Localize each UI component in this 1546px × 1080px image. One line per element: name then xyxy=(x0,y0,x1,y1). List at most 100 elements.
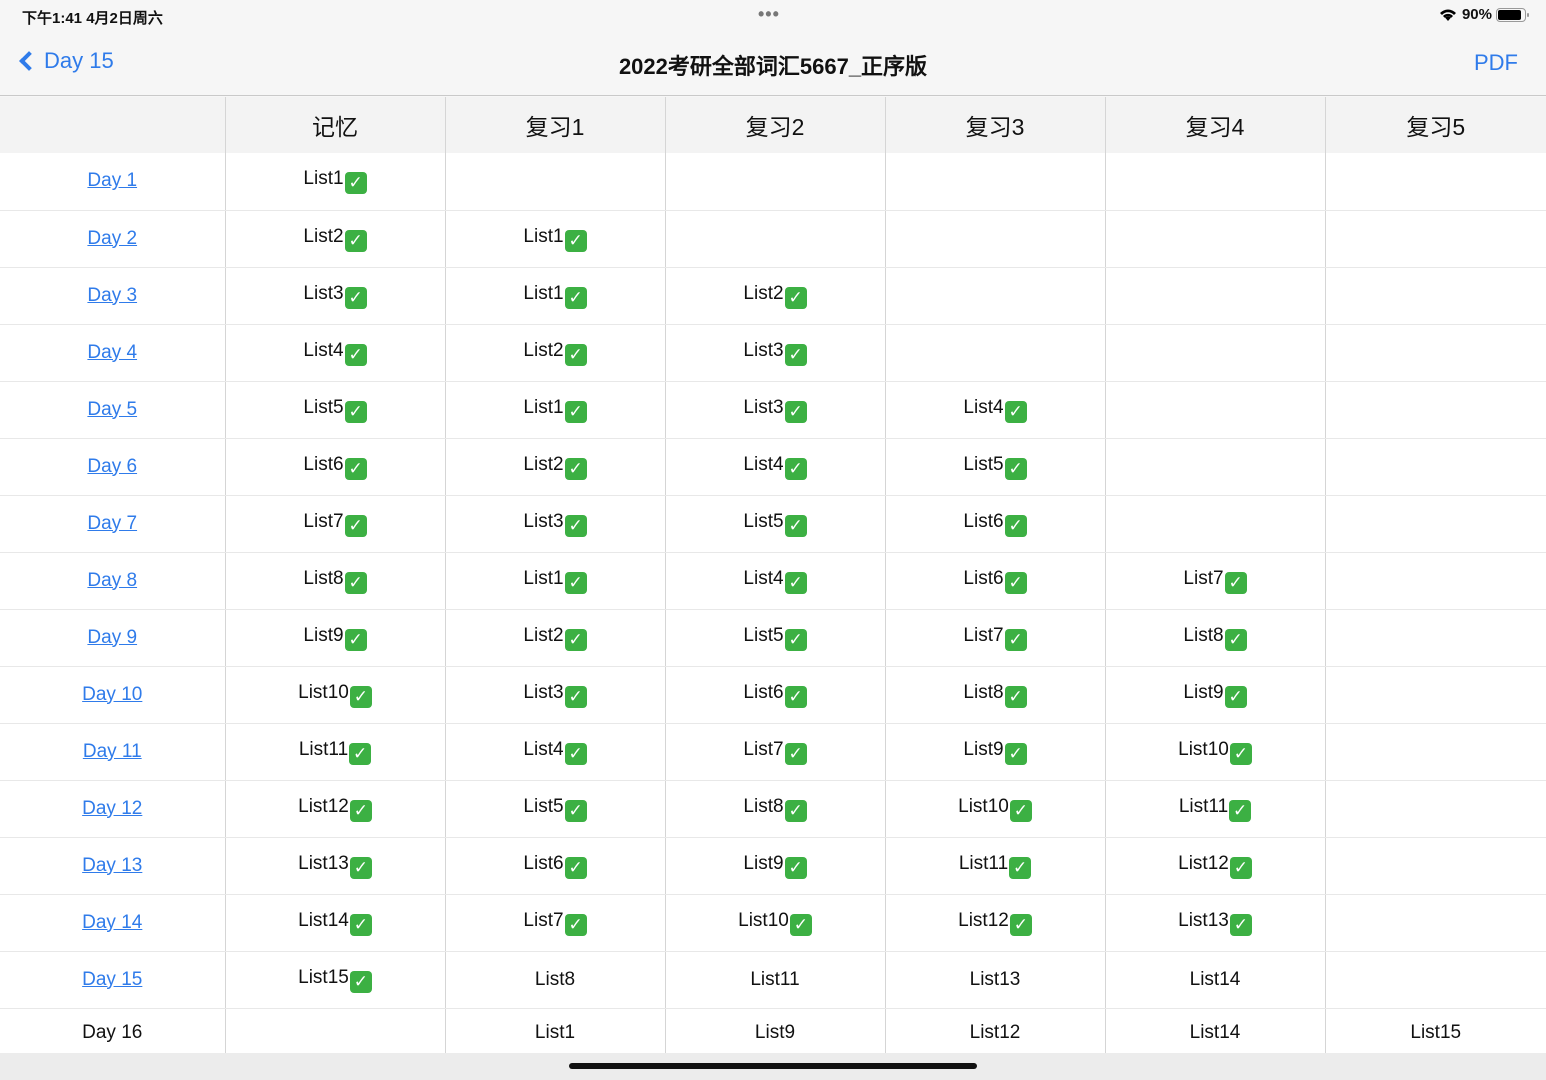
list-cell[interactable]: List3 ✓ xyxy=(444,495,665,553)
list-cell xyxy=(1104,495,1325,553)
list-cell[interactable]: List8 ✓ xyxy=(224,552,445,610)
list-cell[interactable]: List14 xyxy=(1104,951,1325,1009)
list-cell[interactable]: List7 ✓ xyxy=(884,609,1105,667)
day-link[interactable]: Day 6 xyxy=(87,456,137,477)
day-link[interactable]: Day 2 xyxy=(87,228,137,249)
day-link[interactable]: Day 12 xyxy=(82,798,142,819)
list-cell[interactable]: List12 ✓ xyxy=(1104,837,1325,895)
list-cell[interactable]: List2 ✓ xyxy=(664,267,885,325)
list-cell[interactable]: List6 ✓ xyxy=(884,552,1105,610)
list-cell[interactable]: List9 ✓ xyxy=(224,609,445,667)
list-cell[interactable]: List8 ✓ xyxy=(884,666,1105,724)
list-cell[interactable]: List1 ✓ xyxy=(444,381,665,439)
list-cell[interactable]: List1 ✓ xyxy=(444,552,665,610)
list-cell[interactable]: List4 ✓ xyxy=(664,552,885,610)
multitasking-dots-icon[interactable]: ••• xyxy=(758,4,780,25)
day-link[interactable]: Day 7 xyxy=(87,513,137,534)
list-cell[interactable]: List10 ✓ xyxy=(1104,723,1325,781)
day-link[interactable]: Day 9 xyxy=(87,627,137,648)
list-cell[interactable]: List13 xyxy=(884,951,1105,1009)
day-link[interactable]: Day 8 xyxy=(87,570,137,591)
list-cell[interactable]: List5 ✓ xyxy=(884,438,1105,496)
list-cell[interactable]: List6 ✓ xyxy=(444,837,665,895)
column-header: 复习3 xyxy=(884,97,1105,153)
list-label: List6 xyxy=(303,453,344,475)
check-mark-icon: ✓ xyxy=(1229,799,1252,822)
day-link[interactable]: Day 1 xyxy=(87,170,137,191)
list-cell[interactable]: List7 ✓ xyxy=(224,495,445,553)
table-row: Day 9 List9 ✓ List2 ✓ List5 ✓ List7 ✓ List8 ✓ xyxy=(0,609,1546,667)
day-link[interactable]: Day 13 xyxy=(82,855,142,876)
list-cell[interactable]: List5 ✓ xyxy=(444,780,665,838)
list-label: List11 xyxy=(958,852,1009,874)
home-indicator[interactable] xyxy=(569,1063,977,1069)
day-link[interactable]: Day 14 xyxy=(82,912,142,933)
list-cell[interactable]: List12 ✓ xyxy=(884,894,1105,952)
day-link[interactable]: Day 4 xyxy=(87,342,137,363)
navigation-bar: Day 15 2022考研全部词汇5667_正序版 PDF xyxy=(0,32,1546,96)
list-label: List3 xyxy=(743,339,784,361)
list-cell[interactable]: List8 xyxy=(444,951,665,1009)
list-cell[interactable]: List6 ✓ xyxy=(884,495,1105,553)
list-cell[interactable]: List2 ✓ xyxy=(444,609,665,667)
list-cell[interactable]: List2 ✓ xyxy=(444,438,665,496)
list-cell[interactable]: List4 ✓ xyxy=(224,324,445,382)
list-label: List7 xyxy=(303,510,344,532)
list-cell[interactable]: List10 ✓ xyxy=(884,780,1105,838)
list-cell[interactable]: List15 xyxy=(1324,1008,1546,1059)
list-cell[interactable]: List1 ✓ xyxy=(224,153,445,211)
day-link[interactable]: Day 15 xyxy=(82,969,142,990)
list-cell[interactable]: List6 ✓ xyxy=(224,438,445,496)
day-link[interactable]: Day 10 xyxy=(82,684,142,705)
list-cell[interactable]: List7 ✓ xyxy=(1104,552,1325,610)
list-cell[interactable]: List11 ✓ xyxy=(224,723,445,781)
list-cell[interactable]: List1 xyxy=(444,1008,665,1059)
day-link[interactable]: Day 5 xyxy=(87,399,137,420)
list-cell[interactable]: List14 xyxy=(1104,1008,1325,1059)
list-label: List9 xyxy=(963,738,1004,760)
list-cell[interactable]: List8 ✓ xyxy=(664,780,885,838)
list-cell[interactable]: List12 xyxy=(884,1008,1105,1059)
day-link[interactable]: Day 3 xyxy=(87,285,137,306)
list-cell[interactable]: List10 ✓ xyxy=(224,666,445,724)
list-cell[interactable]: List10 ✓ xyxy=(664,894,885,952)
list-cell[interactable]: List2 ✓ xyxy=(224,210,445,268)
list-cell[interactable]: List9 ✓ xyxy=(664,837,885,895)
check-mark-icon: ✓ xyxy=(1004,457,1027,480)
list-cell[interactable]: List2 ✓ xyxy=(444,324,665,382)
list-cell[interactable]: List1 ✓ xyxy=(444,267,665,325)
list-cell[interactable]: List3 ✓ xyxy=(444,666,665,724)
list-cell[interactable]: List15 ✓ xyxy=(224,951,445,1009)
list-cell xyxy=(1324,381,1546,439)
list-cell[interactable]: List9 ✓ xyxy=(1104,666,1325,724)
list-cell[interactable]: List8 ✓ xyxy=(1104,609,1325,667)
list-cell[interactable]: List9 xyxy=(664,1008,885,1059)
list-cell[interactable]: List4 ✓ xyxy=(884,381,1105,439)
list-cell[interactable]: List6 ✓ xyxy=(664,666,885,724)
list-cell[interactable]: List4 ✓ xyxy=(664,438,885,496)
day-link[interactable]: Day 11 xyxy=(83,741,142,762)
list-cell[interactable]: List5 ✓ xyxy=(664,495,885,553)
list-cell[interactable]: List1 ✓ xyxy=(444,210,665,268)
list-cell xyxy=(1104,267,1325,325)
table-row: Day 16 List1 List9 List12 List14 List15 xyxy=(0,1008,1546,1059)
list-cell[interactable]: List9 ✓ xyxy=(884,723,1105,781)
list-cell[interactable]: List14 ✓ xyxy=(224,894,445,952)
list-cell[interactable]: List3 ✓ xyxy=(664,324,885,382)
list-cell[interactable]: List13 ✓ xyxy=(1104,894,1325,952)
list-cell[interactable]: List5 ✓ xyxy=(664,609,885,667)
list-cell[interactable]: List7 ✓ xyxy=(664,723,885,781)
list-cell[interactable]: List11 xyxy=(664,951,885,1009)
list-cell[interactable]: List3 ✓ xyxy=(224,267,445,325)
list-cell[interactable]: List11 ✓ xyxy=(884,837,1105,895)
list-cell[interactable]: List11 ✓ xyxy=(1104,780,1325,838)
list-cell[interactable]: List7 ✓ xyxy=(444,894,665,952)
list-cell[interactable]: List13 ✓ xyxy=(224,837,445,895)
battery-icon xyxy=(1496,7,1529,22)
table-row: Day 13 List13 ✓ List6 ✓ List9 ✓ List11 ✓ List12 ✓ xyxy=(0,837,1546,895)
pdf-button[interactable]: PDF xyxy=(1474,50,1518,76)
list-cell[interactable]: List12 ✓ xyxy=(224,780,445,838)
list-cell[interactable]: List4 ✓ xyxy=(444,723,665,781)
list-cell[interactable]: List3 ✓ xyxy=(664,381,885,439)
list-cell[interactable]: List5 ✓ xyxy=(224,381,445,439)
